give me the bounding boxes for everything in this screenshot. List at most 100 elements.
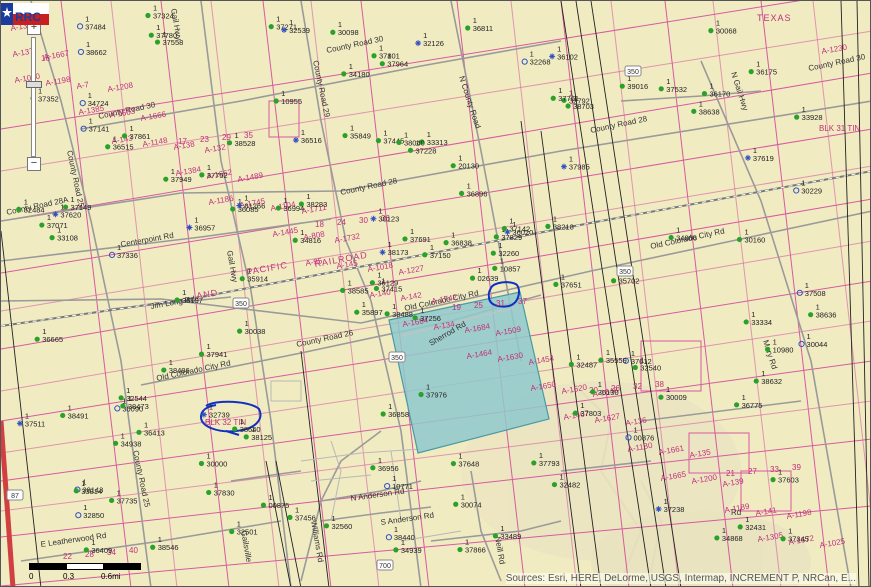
oil-well-icon[interactable] [112, 440, 119, 446]
oil-well-icon[interactable] [501, 225, 507, 232]
oil-well-icon[interactable] [375, 137, 382, 144]
oil-well-icon[interactable] [658, 86, 664, 92]
map-svg[interactable]: PACIFIC AND RAILROAD TEXAS BLK 32 TIN BL… [1, 1, 871, 587]
oil-well-icon[interactable] [121, 133, 128, 139]
zoom-slider-track[interactable] [31, 37, 36, 157]
oil-well-icon[interactable] [287, 514, 293, 520]
oil-well-icon[interactable] [60, 412, 66, 419]
oil-well-icon[interactable] [743, 319, 749, 325]
oil-well-icon[interactable] [418, 391, 424, 398]
oil-well-icon[interactable] [393, 547, 399, 553]
oil-well-icon[interactable] [275, 205, 281, 211]
oil-well-icon[interactable] [268, 24, 274, 30]
oil-well-icon[interactable] [458, 190, 465, 197]
oil-well-icon[interactable] [154, 39, 161, 45]
oil-well-icon[interactable] [619, 83, 625, 89]
oil-well-icon[interactable] [380, 411, 386, 417]
oil-well-icon[interactable] [733, 402, 740, 408]
oil-well-icon[interactable] [237, 328, 243, 334]
oil-well-icon[interactable] [342, 132, 348, 139]
oil-well-icon[interactable] [748, 69, 754, 75]
oil-well-icon[interactable] [292, 237, 298, 243]
zoom-out-button[interactable]: − [27, 157, 41, 171]
oil-well-icon[interactable] [39, 222, 45, 228]
oil-well-icon[interactable] [273, 98, 279, 104]
oil-well-icon[interactable] [370, 465, 376, 471]
oil-well-icon[interactable] [145, 12, 151, 19]
oil-well-icon[interactable] [199, 172, 205, 178]
oil-well-icon[interactable] [568, 361, 574, 367]
oil-well-icon[interactable] [384, 311, 390, 317]
oil-well-icon[interactable] [354, 309, 360, 315]
oil-well-icon[interactable] [396, 139, 402, 146]
oil-well-icon[interactable] [550, 95, 556, 101]
oil-well-icon[interactable] [551, 481, 558, 488]
oil-well-icon[interactable] [490, 250, 496, 256]
oil-well-icon[interactable] [553, 281, 559, 287]
oil-well-icon[interactable] [150, 544, 156, 550]
oil-well-icon[interactable] [708, 28, 714, 34]
oil-well-icon[interactable] [492, 533, 499, 539]
oil-well-icon[interactable] [148, 32, 154, 38]
oil-well-icon[interactable] [465, 25, 471, 31]
oil-well-icon[interactable] [198, 351, 205, 357]
oil-well-icon[interactable] [260, 502, 267, 508]
oil-well-icon[interactable] [105, 144, 111, 150]
oil-well-icon[interactable] [109, 497, 115, 504]
oil-well-icon[interactable] [450, 163, 456, 169]
oil-well-icon[interactable] [457, 546, 463, 553]
oil-well-icon[interactable] [239, 276, 245, 282]
oil-well-icon[interactable] [492, 265, 498, 271]
oil-well-icon[interactable] [174, 297, 180, 303]
oil-well-icon[interactable] [770, 477, 776, 483]
oil-well-icon[interactable] [73, 488, 79, 494]
oil-well-icon[interactable] [323, 523, 330, 529]
oil-well-icon[interactable] [16, 206, 22, 212]
oil-well-icon[interactable] [737, 524, 743, 530]
oil-well-icon[interactable] [340, 287, 346, 293]
oil-well-icon[interactable] [330, 29, 336, 35]
oil-well-icon[interactable] [658, 394, 664, 400]
oil-well-icon[interactable] [34, 336, 40, 342]
oil-well-icon[interactable] [531, 460, 537, 466]
oil-well-icon[interactable] [565, 103, 571, 109]
oil-well-icon[interactable] [422, 252, 428, 258]
zoom-slider-thumb[interactable] [26, 81, 42, 88]
oil-well-icon[interactable] [407, 147, 414, 153]
oil-well-icon[interactable] [229, 528, 235, 535]
oil-well-icon[interactable] [808, 312, 814, 318]
oil-well-icon[interactable] [691, 108, 697, 114]
oil-well-icon[interactable] [794, 114, 800, 120]
oil-well-icon[interactable] [572, 410, 579, 416]
oil-well-icon[interactable] [453, 501, 459, 507]
oil-well-icon[interactable] [243, 434, 249, 440]
oil-well-icon[interactable] [232, 426, 238, 432]
oil-well-icon[interactable] [341, 71, 347, 77]
oil-well-icon[interactable] [230, 206, 236, 212]
oil-well-icon[interactable] [412, 315, 418, 321]
oil-well-icon[interactable] [469, 275, 476, 281]
oil-well-icon[interactable] [163, 176, 169, 182]
oil-well-icon[interactable] [206, 489, 212, 496]
oil-well-icon[interactable] [136, 429, 142, 435]
oil-well-icon[interactable] [83, 547, 89, 553]
oil-well-icon[interactable] [450, 460, 457, 467]
oil-well-icon[interactable] [545, 223, 551, 229]
oil-well-icon[interactable] [780, 536, 786, 542]
oil-well-icon[interactable] [369, 280, 375, 286]
oil-well-icon[interactable] [493, 234, 499, 240]
oil-well-icon[interactable] [598, 357, 604, 363]
oil-well-icon[interactable] [701, 91, 708, 97]
oil-well-icon[interactable] [118, 395, 124, 401]
oil-well-icon[interactable] [443, 240, 449, 246]
oil-well-icon[interactable] [49, 235, 55, 241]
oil-well-icon[interactable] [371, 53, 377, 59]
oil-well-icon[interactable] [714, 535, 720, 541]
oil-well-icon[interactable] [668, 234, 674, 241]
oil-well-icon[interactable] [590, 389, 596, 395]
oil-well-icon[interactable] [610, 278, 617, 284]
oil-well-icon[interactable] [120, 403, 126, 409]
oil-well-icon[interactable] [379, 61, 385, 67]
oil-well-icon[interactable] [198, 460, 205, 467]
oil-well-icon[interactable] [226, 140, 233, 146]
